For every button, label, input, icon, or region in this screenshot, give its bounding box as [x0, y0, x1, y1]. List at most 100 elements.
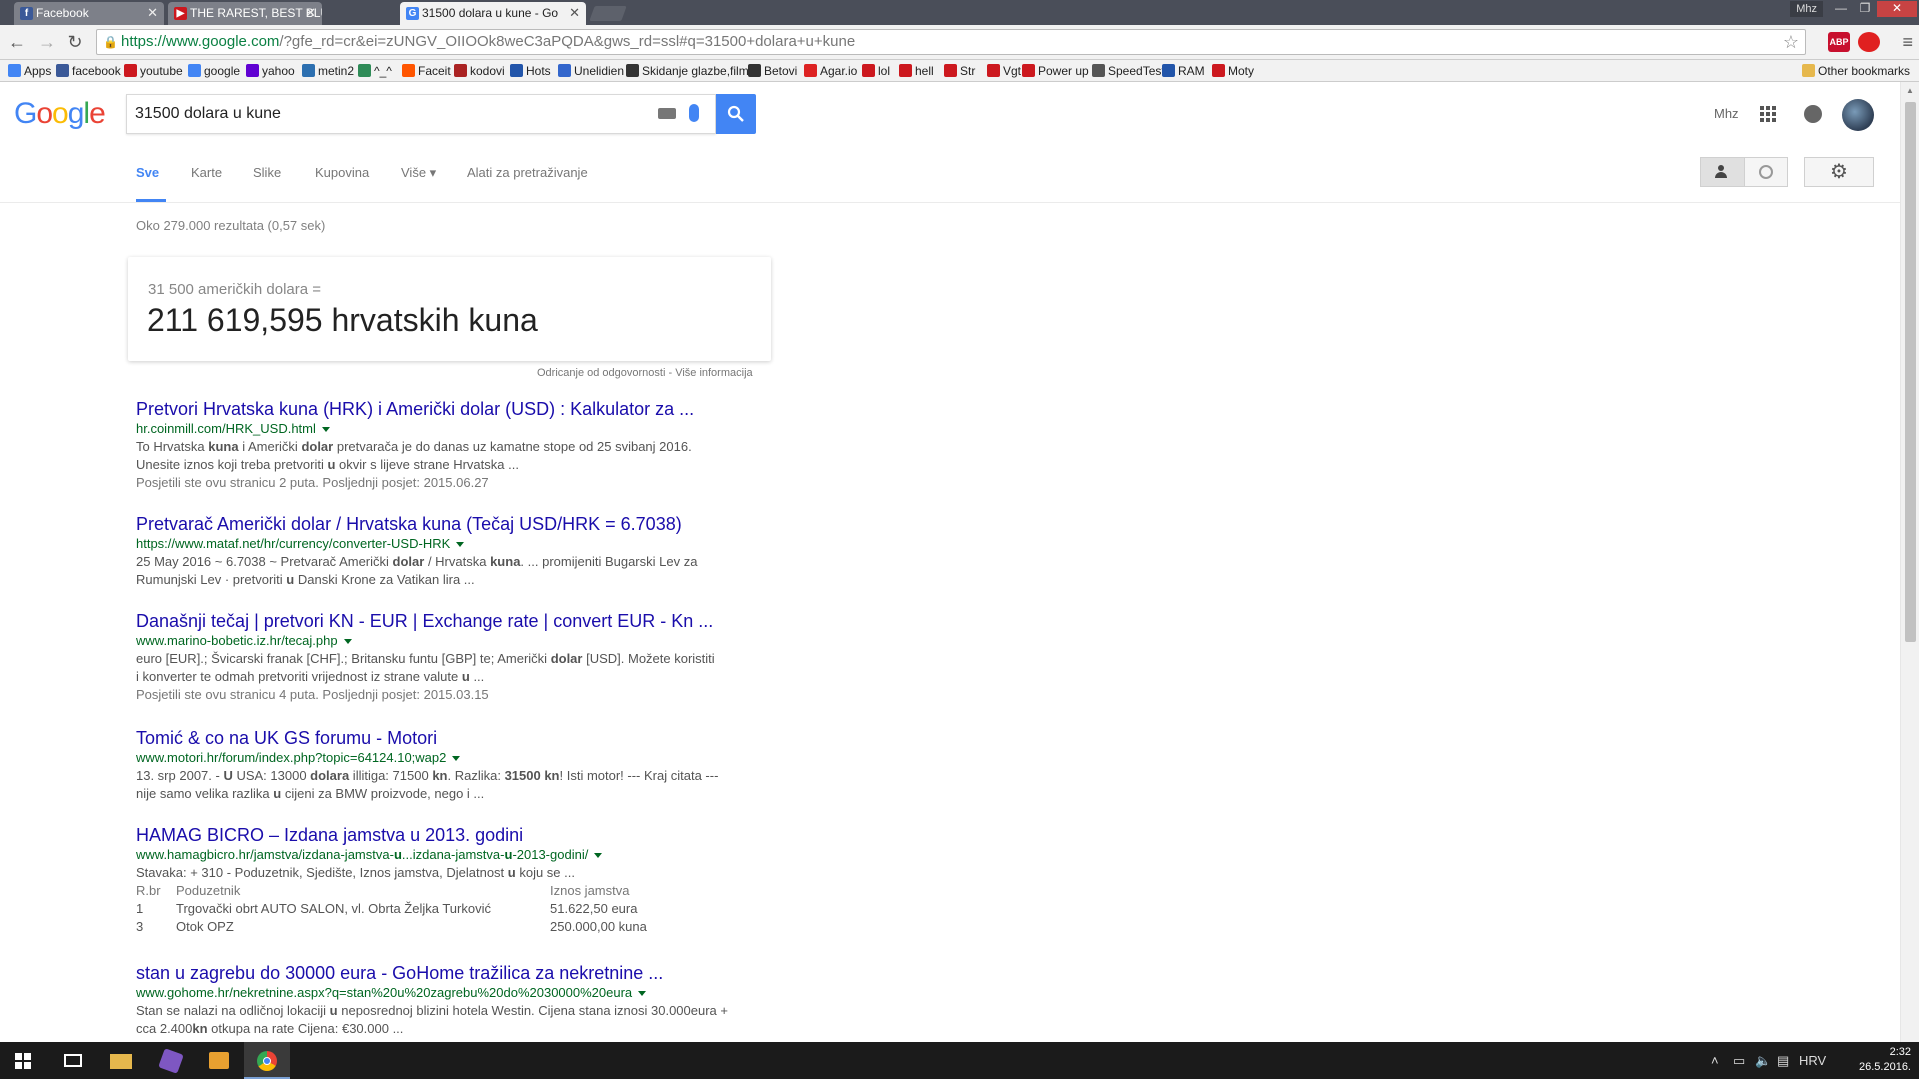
reload-button[interactable]: ↻ — [64, 31, 86, 53]
snippet-text: i konverter te odmah pretvoriti vrijedno… — [136, 669, 462, 684]
result-title-link[interactable]: Današnji tečaj | pretvori KN - EUR | Exc… — [136, 610, 756, 632]
microphone-icon[interactable] — [689, 104, 699, 122]
user-name[interactable]: Mhz — [1714, 106, 1739, 121]
tab-close-icon[interactable]: ✕ — [147, 2, 158, 24]
adblock-plus-icon[interactable]: ABP — [1828, 32, 1850, 52]
url-menu-caret-icon[interactable] — [321, 427, 330, 433]
bookmark-hell[interactable]: hell — [897, 60, 934, 82]
scroll-thumb[interactable] — [1905, 102, 1916, 642]
bookmark-skidanje-glazbe-filmo[interactable]: Skidanje glazbe,filmo — [624, 60, 755, 82]
bookmark-vgt[interactable]: Vgt — [985, 60, 1021, 82]
google-apps-icon[interactable] — [1760, 106, 1776, 122]
result-title-link[interactable]: Tomić & co na UK GS forumu - Motori — [136, 727, 756, 749]
url-menu-caret-icon[interactable] — [594, 853, 603, 859]
result-title-link[interactable]: Pretvarač Američki dolar / Hrvatska kuna… — [136, 513, 756, 535]
bookmark-agar-io[interactable]: Agar.io — [802, 60, 857, 82]
bookmark-label: Moty — [1228, 64, 1255, 78]
bookmark-youtube[interactable]: youtube — [122, 60, 183, 82]
result-title-link[interactable]: Pretvori Hrvatska kuna (HRK) i Američki … — [136, 398, 756, 420]
result-title-link[interactable]: stan u zagrebu do 30000 eura - GoHome tr… — [136, 962, 756, 984]
tab-facebook[interactable]: f Facebook ✕ — [14, 2, 164, 25]
address-bar[interactable]: 🔒 https://www.google.com/?gfe_rd=cr&ei=z… — [96, 29, 1806, 55]
bookmark-lol[interactable]: lol — [860, 60, 890, 82]
file-explorer-icon[interactable] — [98, 1042, 144, 1079]
tab-more[interactable]: Više ▾ — [401, 165, 436, 181]
network-icon[interactable]: ▭ — [1733, 1053, 1745, 1069]
bookmark-facebook[interactable]: facebook — [54, 60, 121, 82]
tab-all[interactable]: Sve — [136, 165, 159, 180]
tray-chevron-icon[interactable]: ˄ — [1711, 1053, 1719, 1068]
feather-app-icon[interactable] — [148, 1042, 194, 1079]
bookmark-apps[interactable]: Apps — [6, 60, 51, 82]
bookmark-betovi[interactable]: Betovi — [746, 60, 797, 82]
new-tab-button[interactable] — [589, 6, 627, 21]
snippet-text: 25 May 2016 ~ 6.7038 ~ Pretvarač Američk… — [136, 554, 393, 569]
url-menu-caret-icon[interactable] — [452, 756, 461, 762]
close-window-button[interactable]: ✕ — [1877, 1, 1917, 17]
scroll-up-icon[interactable]: ▲ — [1906, 86, 1914, 95]
settings-button[interactable]: ⚙ — [1804, 157, 1874, 187]
bookmark-speedtest[interactable]: SpeedTest — [1090, 60, 1165, 82]
search-box[interactable]: 31500 dolara u kune — [126, 94, 716, 134]
bookmark-other-bookmarks[interactable]: Other bookmarks — [1800, 60, 1910, 82]
profile-badge[interactable]: Mhz — [1790, 1, 1823, 17]
tab-youtube[interactable]: ▶ THE RAREST, BEST BLU ✕ — [168, 2, 322, 25]
chrome-taskbar-button[interactable] — [244, 1042, 290, 1079]
bookmark-star-icon[interactable]: ☆ — [1783, 31, 1799, 53]
bookmark-label: Faceit — [418, 64, 451, 78]
minimize-button[interactable]: — — [1829, 1, 1853, 17]
restore-button[interactable]: ❐ — [1853, 1, 1877, 17]
avatar[interactable] — [1842, 99, 1874, 131]
url-menu-caret-icon[interactable] — [343, 639, 352, 645]
visit-history: Posjetili ste ovu stranicu 4 puta. Poslj… — [136, 687, 489, 702]
search-button[interactable] — [716, 94, 756, 134]
tab-close-icon[interactable]: ✕ — [569, 2, 580, 24]
bookmark-google[interactable]: google — [186, 60, 240, 82]
media-player-icon[interactable] — [196, 1042, 242, 1079]
back-button[interactable]: ← — [6, 31, 28, 53]
url-text[interactable]: https://www.google.com/?gfe_rd=cr&ei=zUN… — [121, 30, 855, 54]
url-menu-caret-icon[interactable] — [456, 542, 465, 548]
bookmark-moty[interactable]: Moty — [1210, 60, 1254, 82]
clock[interactable]: 2:32 26.5.2016. — [1859, 1045, 1911, 1075]
converter-disclaimer-link[interactable]: Odricanje od odgovornosti - Više informa… — [537, 367, 753, 379]
bookmark-ram[interactable]: RAM — [1160, 60, 1205, 82]
bookmark-hots[interactable]: Hots — [508, 60, 551, 82]
task-view-icon[interactable] — [50, 1042, 96, 1079]
result-title-link[interactable]: HAMAG BICRO – Izdana jamstva u 2013. god… — [136, 824, 756, 846]
global-results-button[interactable] — [1745, 158, 1788, 186]
page-scrollbar[interactable]: ▲ — [1900, 82, 1919, 1042]
bookmark-str[interactable]: Str — [942, 60, 975, 82]
bookmark-[interactable]: ^_^ — [356, 60, 392, 82]
tab-search-tools[interactable]: Alati za pretraživanje — [467, 165, 588, 180]
url-menu-caret-icon[interactable] — [638, 991, 647, 997]
start-button[interactable] — [0, 1042, 46, 1079]
tab-shopping[interactable]: Kupovina — [315, 165, 369, 180]
action-center-icon[interactable]: ▤ — [1777, 1053, 1789, 1069]
bookmark-metin2[interactable]: metin2 — [300, 60, 354, 82]
tab-label: 31500 dolara u kune - Go — [422, 6, 559, 20]
url-text: www.motori.hr/forum/index.php?topic=6412… — [136, 750, 447, 765]
notifications-icon[interactable] — [1804, 105, 1822, 123]
tab-google-search[interactable]: G 31500 dolara u kune - Go ✕ — [400, 2, 586, 25]
personal-results-button[interactable] — [1701, 158, 1745, 186]
chrome-menu-icon[interactable]: ≡ — [1902, 31, 1913, 53]
tab-images[interactable]: Slike — [253, 165, 281, 180]
google-logo[interactable]: Google — [14, 97, 106, 131]
keyboard-icon[interactable] — [658, 108, 676, 119]
extension-shield-icon[interactable] — [1858, 32, 1880, 52]
bookmark-yahoo[interactable]: yahoo — [244, 60, 295, 82]
bookmark-power-up[interactable]: Power up — [1020, 60, 1089, 82]
bookmark-unelidien[interactable]: Unelidien — [556, 60, 624, 82]
forward-button[interactable]: → — [36, 31, 58, 53]
bookmark-faceit[interactable]: Faceit — [400, 60, 451, 82]
result-url: www.marino-bobetic.iz.hr/tecaj.php — [136, 632, 756, 650]
volume-icon[interactable]: 🔈 — [1755, 1053, 1771, 1069]
language-indicator[interactable]: HRV — [1799, 1053, 1826, 1068]
tab-maps[interactable]: Karte — [191, 165, 222, 180]
tab-close-icon[interactable]: ✕ — [305, 2, 316, 24]
snippet-highlight: u — [329, 1003, 338, 1018]
bookmark-kodovi[interactable]: kodovi — [452, 60, 505, 82]
search-input[interactable]: 31500 dolara u kune — [135, 95, 281, 133]
result-url: https://www.mataf.net/hr/currency/conver… — [136, 535, 756, 553]
